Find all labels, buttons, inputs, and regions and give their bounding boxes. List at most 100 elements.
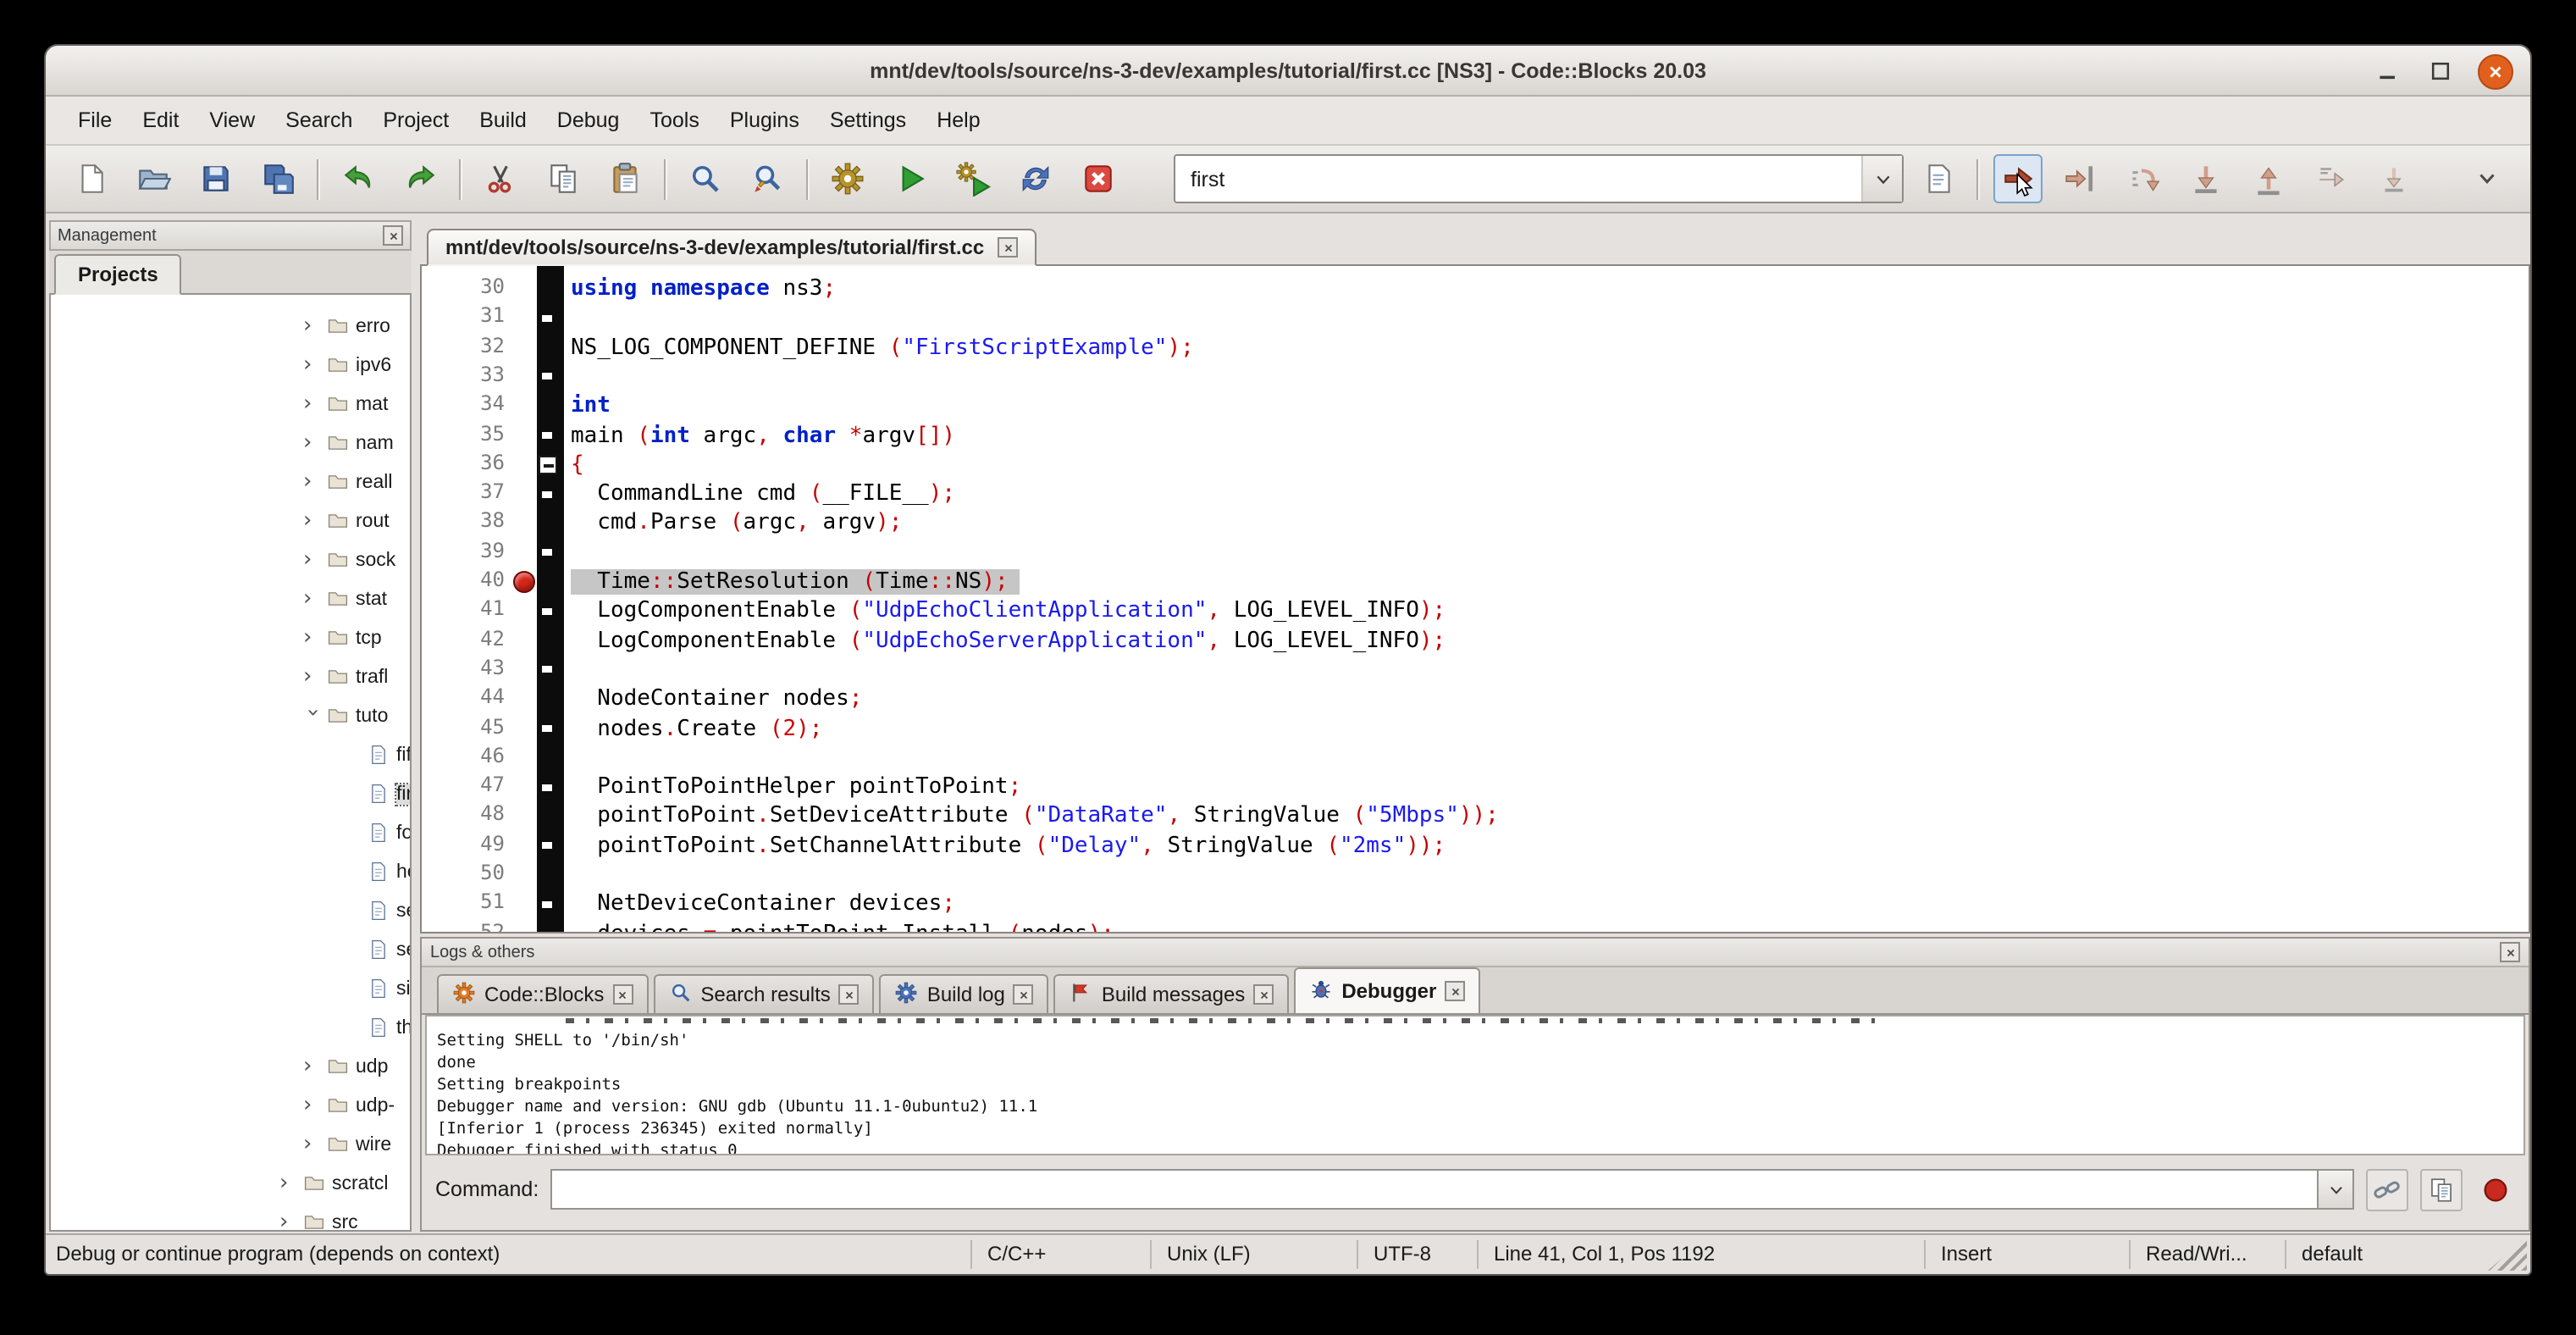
tree-item-six-17[interactable]: six: [51, 969, 410, 1008]
tree-item-tcp-8[interactable]: ›tcp: [51, 618, 410, 657]
code-line-41[interactable]: LogComponentEnable ("UdpEchoClientApplic…: [571, 597, 1446, 627]
run-button[interactable]: [886, 154, 935, 203]
tree-item-fif-11[interactable]: fif: [51, 735, 410, 774]
close-icon[interactable]: [1014, 984, 1034, 1005]
code-line-44[interactable]: NodeContainer nodes;: [571, 684, 862, 714]
title-bar[interactable]: mnt/dev/tools/source/ns-3-dev/examples/t…: [46, 46, 2530, 97]
chevron-collapsed-icon[interactable]: ›: [303, 590, 320, 607]
code-line-52[interactable]: devices = pointToPoint.Install (nodes);: [571, 919, 1114, 933]
chevron-down-icon[interactable]: [1861, 156, 1902, 202]
code-line-37[interactable]: CommandLine cmd (__FILE__);: [571, 479, 955, 509]
chevron-collapsed-icon[interactable]: ›: [279, 1214, 296, 1231]
find-button[interactable]: [681, 154, 730, 203]
save-all-button[interactable]: [254, 154, 303, 203]
editor-tab-close-button[interactable]: [998, 237, 1018, 258]
rebuild-button[interactable]: [1011, 154, 1060, 203]
code-line-42[interactable]: LogComponentEnable ("UdpEchoServerApplic…: [571, 626, 1446, 656]
chevron-collapsed-icon[interactable]: ›: [303, 1097, 320, 1114]
log-tab-build-log[interactable]: Build log: [880, 974, 1049, 1013]
step-into-button[interactable]: [2181, 154, 2231, 203]
paste-button[interactable]: [601, 154, 650, 203]
fold-minus-icon[interactable]: [539, 457, 557, 475]
tree-item-nam-3[interactable]: ›nam: [51, 424, 410, 463]
build-button[interactable]: [823, 154, 872, 203]
menu-project[interactable]: Project: [368, 96, 464, 145]
logs-close-button[interactable]: [2500, 942, 2520, 962]
close-button[interactable]: [2478, 53, 2513, 89]
tab-projects[interactable]: Projects: [54, 254, 182, 295]
chevron-collapsed-icon[interactable]: ›: [303, 512, 320, 529]
chevron-expanded-icon[interactable]: ›: [303, 707, 320, 724]
code-line-51[interactable]: NetDeviceContainer devices;: [571, 890, 955, 920]
code-line-40[interactable]: Time::SetResolution (Time::NS);: [571, 568, 1020, 597]
close-icon[interactable]: [839, 984, 860, 1005]
code-line-30[interactable]: using namespace ns3;: [571, 274, 836, 304]
step-out-button[interactable]: [2244, 154, 2293, 203]
toolbar-overflow-button[interactable]: [2466, 158, 2507, 199]
menu-file[interactable]: File: [63, 96, 127, 145]
tree-item-tuto-10[interactable]: ›tuto: [51, 696, 410, 735]
tree-item-sock-6[interactable]: ›sock: [51, 540, 410, 579]
chevron-collapsed-icon[interactable]: ›: [279, 1175, 296, 1192]
log-tab-search-results[interactable]: Search results: [653, 974, 874, 1013]
code-line-47[interactable]: PointToPointHelper pointToPoint;: [571, 773, 1021, 802]
code-line-34[interactable]: int: [571, 391, 611, 421]
tree-item-th-18[interactable]: th: [51, 1008, 410, 1047]
tree-item-udp--20[interactable]: ›udp-: [51, 1086, 410, 1125]
tree-item-src-23[interactable]: ›src: [51, 1203, 410, 1232]
chevron-collapsed-icon[interactable]: ›: [303, 357, 320, 374]
menu-debug[interactable]: Debug: [542, 96, 635, 145]
tree-item-ipv6-1[interactable]: ›ipv6: [51, 346, 410, 385]
menu-help[interactable]: Help: [921, 96, 995, 145]
tree-item-fir-12[interactable]: fir: [51, 774, 410, 813]
fold-margin[interactable]: [537, 266, 564, 932]
menu-search[interactable]: Search: [270, 96, 368, 145]
run-to-cursor-button[interactable]: [2056, 154, 2105, 203]
minimize-button[interactable]: [2373, 56, 2403, 86]
close-icon[interactable]: [612, 984, 633, 1005]
chevron-collapsed-icon[interactable]: ›: [303, 474, 320, 490]
tree-item-wire-21[interactable]: ›wire: [51, 1125, 410, 1164]
chevron-collapsed-icon[interactable]: ›: [303, 318, 320, 335]
step-into-instruction-button[interactable]: [2369, 154, 2418, 203]
tree-item-rout-5[interactable]: ›rout: [51, 501, 410, 540]
chevron-collapsed-icon[interactable]: ›: [303, 435, 320, 451]
new-file-button[interactable]: [66, 154, 115, 203]
chevron-collapsed-icon[interactable]: ›: [303, 629, 320, 646]
code-line-36[interactable]: {: [571, 451, 584, 480]
redo-button[interactable]: [396, 154, 445, 203]
maximize-button[interactable]: [2425, 56, 2456, 86]
breakpoint-icon[interactable]: [513, 571, 535, 593]
build-target-combo[interactable]: first: [1174, 154, 1904, 203]
menu-plugins[interactable]: Plugins: [715, 96, 815, 145]
tree-item-udp-19[interactable]: ›udp: [51, 1047, 410, 1086]
code-editor[interactable]: 3031323334353637383940414243444546474849…: [420, 266, 2530, 933]
menu-build[interactable]: Build: [464, 96, 542, 145]
debugger-log[interactable]: Setting SHELL to '/bin/sh'doneSetting br…: [425, 1015, 2525, 1155]
build-options-button[interactable]: [1914, 154, 1963, 203]
stop-debugger-button[interactable]: [2474, 1169, 2515, 1210]
menu-edit[interactable]: Edit: [127, 96, 194, 145]
tree-item-stat-7[interactable]: ›stat: [51, 579, 410, 618]
tree-item-reall-4[interactable]: ›reall: [51, 463, 410, 501]
tree-item-mat-2[interactable]: ›mat: [51, 385, 410, 424]
code-line-45[interactable]: nodes.Create (2);: [571, 714, 822, 744]
copy-button[interactable]: [539, 154, 588, 203]
chevron-collapsed-icon[interactable]: ›: [303, 668, 320, 685]
editor-tab-first-cc[interactable]: mnt/dev/tools/source/ns-3-dev/examples/t…: [427, 229, 1036, 266]
chevron-collapsed-icon[interactable]: ›: [303, 1058, 320, 1075]
tree-item-fo-13[interactable]: fo: [51, 813, 410, 852]
tree-item-se-15[interactable]: se: [51, 891, 410, 930]
code-line-38[interactable]: cmd.Parse (argc, argv);: [571, 509, 902, 539]
save-file-button[interactable]: [191, 154, 240, 203]
build-and-run-button[interactable]: [948, 154, 998, 203]
tree-item-trafl-9[interactable]: ›trafl: [51, 657, 410, 696]
menu-tools[interactable]: Tools: [634, 96, 714, 145]
chevron-collapsed-icon[interactable]: ›: [303, 1136, 320, 1153]
command-input[interactable]: [550, 1169, 2317, 1210]
chevron-collapsed-icon[interactable]: ›: [303, 551, 320, 568]
tree-item-he-14[interactable]: he: [51, 852, 410, 891]
menu-settings[interactable]: Settings: [815, 96, 921, 145]
resize-grip[interactable]: [2488, 1237, 2527, 1271]
command-dropdown-button[interactable]: [2317, 1169, 2354, 1210]
